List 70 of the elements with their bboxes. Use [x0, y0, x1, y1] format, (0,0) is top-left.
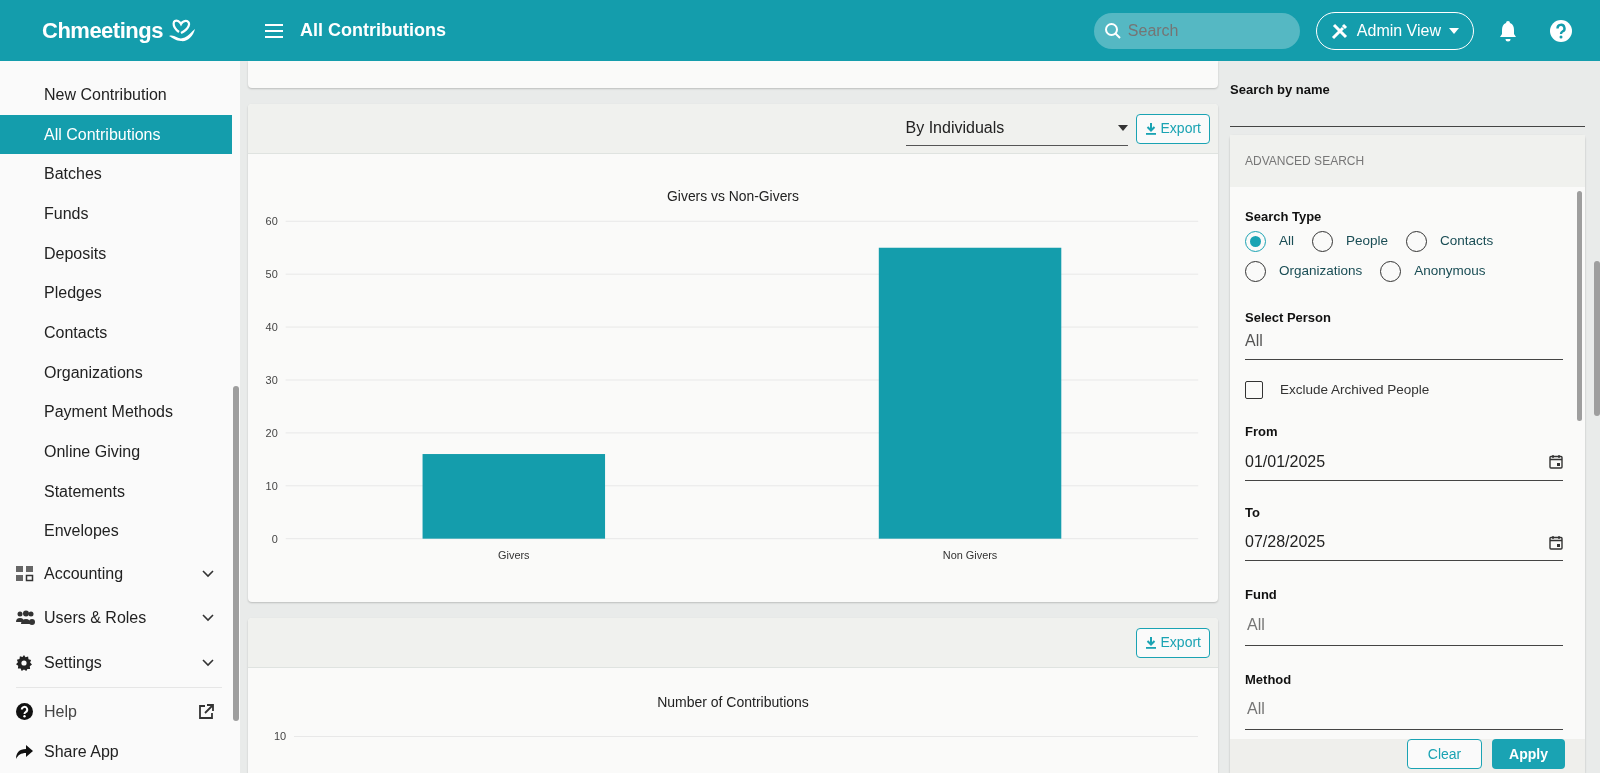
radio-option[interactable]: People [1312, 230, 1389, 252]
fund-field[interactable]: All [1245, 604, 1563, 646]
y-tick-label: 20 [265, 426, 278, 439]
chart-title: Number of Contributions [657, 694, 809, 710]
sidebar-group[interactable]: Settings [0, 640, 232, 685]
caret-icon [1449, 27, 1459, 34]
sidebar-group[interactable]: Accounting [0, 551, 232, 596]
y-tick-label: 50 [265, 268, 278, 281]
x-tick-label: Non Givers [942, 549, 998, 562]
calendar-icon[interactable] [1549, 454, 1563, 470]
caret-icon [1117, 125, 1128, 131]
sidebar-item[interactable]: Organizations [0, 352, 232, 393]
radio-option[interactable]: Anonymous [1380, 260, 1486, 282]
calendar-icon[interactable] [1549, 534, 1563, 550]
method-field[interactable]: All [1245, 689, 1563, 731]
y-tick-label: 0 [271, 532, 278, 545]
sidebar-item[interactable]: Share App [0, 733, 232, 770]
field-label: Method [1245, 670, 1293, 689]
external-link-icon [198, 703, 214, 720]
scrollbar[interactable] [1577, 191, 1582, 421]
sidebar-item[interactable]: New Contribution [0, 75, 232, 115]
radio-option[interactable]: Contacts [1406, 230, 1494, 252]
menu-icon[interactable] [264, 22, 284, 39]
sidebar-item[interactable]: Envelopes [0, 511, 232, 552]
field-label: From [1245, 423, 1279, 442]
checkbox[interactable] [1245, 381, 1263, 400]
field-label: To [1245, 503, 1261, 522]
y-tick-label: 10 [265, 479, 278, 492]
help-link[interactable]: Help [0, 689, 232, 734]
radio-option[interactable]: All [1245, 230, 1294, 252]
radio-option[interactable]: Organizations [1245, 260, 1363, 282]
y-tick-label: 10 [274, 729, 287, 744]
sidebar-item[interactable]: Deposits [0, 233, 232, 274]
view-select[interactable]: By Individuals [905, 111, 1128, 146]
sidebar-group[interactable]: Users & Roles [0, 595, 232, 641]
share-arrow-icon [16, 744, 33, 759]
scrollbar[interactable] [1594, 261, 1600, 416]
scrollbar[interactable] [233, 386, 239, 721]
sidebar-item[interactable]: Statements [0, 471, 232, 512]
panel-header: ADVANCED SEARCH [1245, 153, 1365, 170]
sidebar-item[interactable]: Batches [0, 154, 232, 195]
y-tick-label: 60 [265, 215, 278, 228]
sidebar-item[interactable]: Pledges [0, 273, 232, 314]
field-label: Select Person [1245, 308, 1332, 327]
y-tick-label: 40 [265, 321, 278, 334]
sidebar-item[interactable]: Online Giving [0, 432, 232, 472]
tools-icon [1330, 21, 1349, 40]
y-tick-label: 30 [265, 373, 278, 386]
chart-title: Givers vs Non-Givers [667, 188, 799, 205]
bell-icon[interactable] [1498, 19, 1518, 42]
page-title: All Contributions [300, 19, 446, 42]
to-date-field[interactable]: 07/28/2025 [1245, 528, 1563, 562]
search-icon [1103, 21, 1122, 40]
help-icon[interactable] [1550, 19, 1572, 42]
x-tick-label: Givers [498, 549, 530, 562]
gear-icon [16, 654, 32, 671]
question-circle-icon [16, 703, 33, 721]
select-person-field[interactable]: All [1245, 327, 1563, 360]
field-label: Fund [1245, 586, 1278, 605]
users-gear-icon [16, 610, 36, 626]
download-icon [1144, 122, 1157, 135]
download-icon [1144, 636, 1157, 649]
name-search-field[interactable]: Search by name [1230, 61, 1585, 127]
checkbox-label: Exclude Archived People [1280, 381, 1430, 399]
from-date-field[interactable]: 01/01/2025 [1245, 447, 1563, 481]
sidebar-item[interactable]: Payment Methods [0, 392, 232, 433]
field-label: Search Type [1245, 208, 1323, 226]
sidebar-item[interactable]: Contacts [0, 313, 232, 353]
sidebar-item[interactable]: Funds [0, 194, 232, 234]
grid-icon [16, 565, 34, 582]
